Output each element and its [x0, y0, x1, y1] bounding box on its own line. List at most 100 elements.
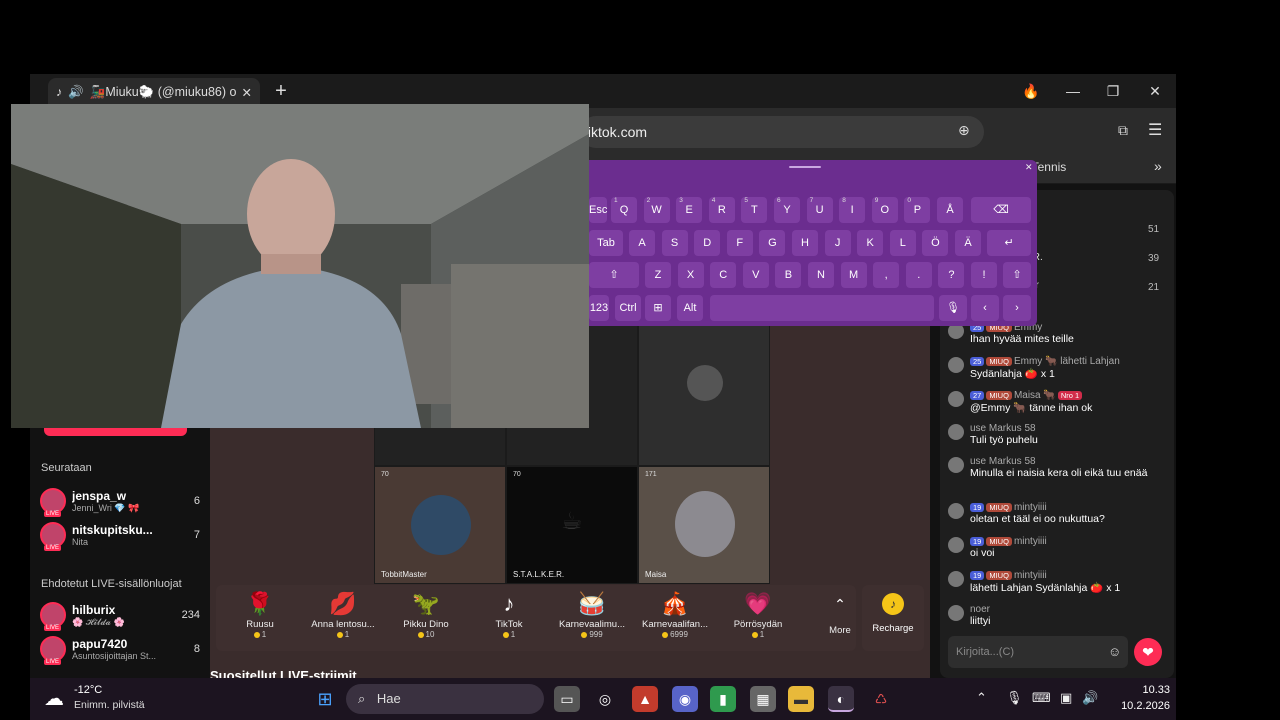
volume-icon[interactable]: 🔊 — [1082, 690, 1098, 706]
chat-input[interactable]: Kirjoita...(C) — [948, 636, 1128, 668]
emoji-icon[interactable]: ☺ — [1108, 644, 1121, 659]
keyboard-key[interactable]: H — [792, 230, 818, 256]
keyboard-key[interactable]: J — [824, 230, 851, 256]
keyboard-key[interactable]: M — [840, 262, 867, 288]
flame-icon[interactable]: 🔥 — [1018, 80, 1044, 102]
gift-item[interactable]: 💗 Pörrösydän 1 — [718, 589, 798, 649]
keyboard-key[interactable]: G — [759, 230, 786, 256]
menu-icon[interactable]: ☰ — [1148, 120, 1162, 140]
keyboard-key[interactable]: N — [808, 262, 834, 288]
copy-icon[interactable]: ⧉ — [1118, 122, 1128, 139]
keyboard-key[interactable]: 7U — [806, 197, 833, 223]
minimize-button[interactable]: — — [1060, 80, 1086, 102]
network-icon[interactable]: ▣ — [1060, 690, 1072, 706]
keyboard-key[interactable]: Ctrl — [615, 295, 641, 321]
screen-recorder-icon[interactable]: ◉ — [672, 686, 698, 712]
weather-icon[interactable]: ☁ — [44, 686, 64, 711]
file-explorer-icon[interactable]: ▬ — [788, 686, 814, 712]
speaker-icon[interactable]: 🔊 — [68, 85, 84, 100]
mic-key[interactable]: 🎙 — [939, 295, 967, 321]
app-icon-red[interactable]: ♺ — [868, 686, 894, 712]
task-view-icon[interactable]: ▭ — [554, 686, 580, 712]
close-window-button[interactable]: ✕ — [1142, 80, 1168, 102]
close-keyboard-icon[interactable]: ✕ — [1025, 162, 1033, 173]
url-bar[interactable]: tiktok.com — [580, 116, 984, 148]
keyboard-key[interactable]: F — [726, 230, 753, 256]
gift-item[interactable]: 🥁 Karnevaalimu... 999 — [552, 589, 632, 649]
restore-button[interactable]: ❐ — [1100, 80, 1126, 102]
keyboard-key[interactable]: , — [873, 262, 900, 288]
keyboard-key[interactable]: 4R — [708, 197, 735, 223]
nav-row[interactable]: LIVE nitskupitsku... Nita 7 — [40, 518, 200, 552]
grid-cell[interactable]: 70 ☕ S.T.A.L.K.E.R. — [506, 466, 638, 584]
keyboard-icon[interactable]: ⌨ — [1032, 690, 1051, 706]
keyboard-key[interactable]: 9O — [871, 197, 898, 223]
numbers-app-icon[interactable]: ▮ — [710, 686, 736, 712]
keyboard-key[interactable]: B — [775, 262, 802, 288]
keyboard-key[interactable]: ⊞ — [645, 295, 671, 321]
gift-item[interactable]: 💋 Anna lentosu... 1 — [303, 589, 383, 649]
recharge-button[interactable]: ♪ Recharge — [862, 585, 924, 651]
backspace-key[interactable]: ⌫ — [971, 197, 1031, 223]
gift-item[interactable]: 🦖 Pikku Dino 10 — [386, 589, 466, 649]
browser-tab[interactable]: ♪ 🔊 🚂Miuku🐑 (@miuku86) o ✕ — [48, 78, 260, 106]
left-arrow-key[interactable]: ‹ — [971, 295, 999, 321]
keyboard-key[interactable]: V — [742, 262, 769, 288]
nav-row[interactable]: LIVE jenspa_w Jenni_Wri 💎 🎀 6 — [40, 484, 200, 518]
space-key[interactable] — [710, 295, 934, 321]
gift-item[interactable]: ♪ TikTok 1 — [469, 589, 549, 649]
keyboard-key[interactable]: Å — [937, 197, 963, 223]
keyboard-key[interactable]: Ä — [955, 230, 981, 256]
keyboard-key[interactable]: 3E — [676, 197, 703, 223]
keyboard-key[interactable]: K — [857, 230, 884, 256]
right-arrow-key[interactable]: › — [1003, 295, 1031, 321]
browser-app-icon[interactable]: ◐ — [828, 686, 854, 712]
chevron-up-icon[interactable]: ⌃ — [976, 690, 987, 706]
enter-key[interactable]: ↵ — [987, 230, 1031, 256]
keyboard-key[interactable]: 6Y — [774, 197, 800, 223]
keyboard-key[interactable]: 5T — [741, 197, 768, 223]
keyboard-key[interactable]: C — [710, 262, 737, 288]
keyboard-key[interactable]: 0P — [904, 197, 931, 223]
chevron-right-icon[interactable]: » — [1154, 158, 1162, 174]
keyboard-key[interactable]: 1Q — [611, 197, 637, 223]
keyboard-key[interactable]: X — [677, 262, 704, 288]
shift-key[interactable]: ⇧ — [1003, 262, 1031, 288]
grid-cell[interactable]: 171 Maisa — [638, 466, 770, 584]
go-live-button[interactable] — [44, 428, 187, 436]
keyboard-key[interactable]: Tab — [589, 230, 623, 256]
app-icon[interactable]: ▲ — [632, 686, 658, 712]
nav-row[interactable]: LIVE hilburix 🌸 𝓗𝓲𝓵𝓭𝓪 🌸 234 — [40, 598, 200, 632]
grid-cell-empty[interactable] — [638, 320, 770, 466]
drag-handle[interactable] — [789, 166, 821, 168]
keyboard-key[interactable]: Alt — [677, 295, 703, 321]
keyboard-key[interactable]: ! — [971, 262, 997, 288]
keyboard-key[interactable]: ? — [938, 262, 965, 288]
keyboard-key[interactable]: D — [694, 230, 721, 256]
keyboard-key[interactable]: ⇧ — [589, 262, 639, 288]
keyboard-key[interactable]: Ö — [922, 230, 949, 256]
calculator-icon[interactable]: ▦ — [750, 686, 776, 712]
nav-row[interactable]: LIVE papu7420 Asuntosijoittajan St... 8 — [40, 632, 200, 666]
grid-cell[interactable]: 70 TobbitMaster — [374, 466, 506, 584]
close-tab-icon[interactable]: ✕ — [242, 85, 252, 100]
gift-item[interactable]: 🎪 Karnevaalifan... 6999 — [635, 589, 715, 649]
keyboard-key[interactable]: Z — [645, 262, 671, 288]
keyboard-key[interactable]: . — [905, 262, 932, 288]
suggested-heading: Ehdotetut LIVE-sisällönluojat — [41, 578, 182, 590]
keyboard-key[interactable]: Esc — [589, 197, 607, 223]
keyboard-key[interactable]: 123 — [589, 295, 609, 321]
search-box[interactable]: ⌕ Hae — [346, 684, 544, 714]
chat-assist-icon[interactable]: ⊕ — [958, 122, 970, 139]
keyboard-key[interactable]: 8I — [839, 197, 866, 223]
chrome-app-icon[interactable]: ◎ — [592, 686, 618, 712]
new-tab-button[interactable]: + — [270, 80, 292, 102]
keyboard-key[interactable]: S — [661, 230, 688, 256]
gift-item[interactable]: 🌹 Ruusu 1 — [220, 589, 300, 649]
keyboard-key[interactable]: A — [629, 230, 655, 256]
keyboard-key[interactable]: 2W — [643, 197, 670, 223]
windows-start-icon[interactable]: ⊞ — [312, 686, 338, 712]
heart-button[interactable]: ❤ — [1134, 638, 1162, 666]
microphone-icon[interactable]: 🎙 — [1006, 690, 1023, 706]
keyboard-key[interactable]: L — [889, 230, 916, 256]
